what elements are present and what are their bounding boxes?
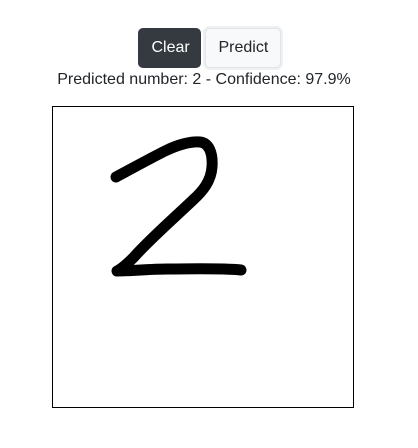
toolbar: Clear Predict <box>0 28 418 68</box>
drawing-canvas[interactable] <box>52 106 354 408</box>
drawing-surface[interactable] <box>53 107 353 407</box>
handwritten-digit-stroke <box>110 136 247 277</box>
clear-button[interactable]: Clear <box>137 28 201 68</box>
digit-recognizer-app: Clear Predict Predicted number: 2 - Conf… <box>0 0 418 448</box>
prediction-result-text: Predicted number: 2 - Confidence: 97.9% <box>57 71 351 88</box>
predict-button[interactable]: Predict <box>204 28 281 68</box>
